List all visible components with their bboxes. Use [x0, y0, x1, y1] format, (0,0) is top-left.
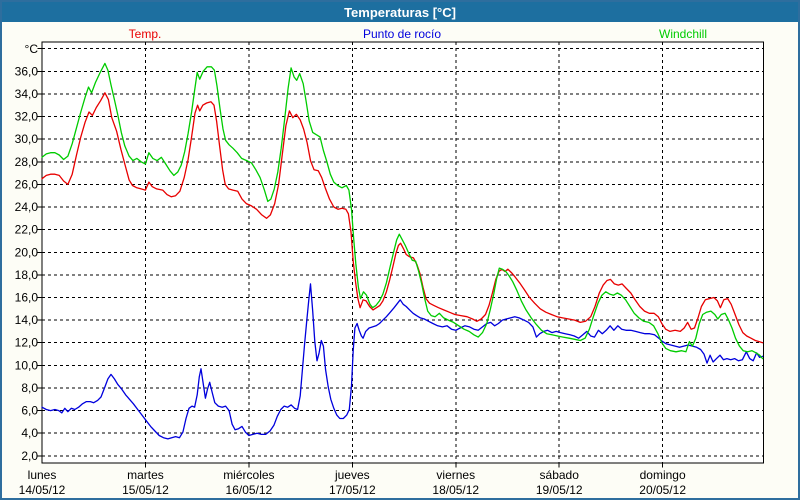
- x-day-name-label: lunes: [28, 468, 57, 482]
- x-day-date-label: 18/05/12: [432, 483, 479, 497]
- y-tick-label: 36,0: [15, 64, 39, 78]
- x-day-date-label: 17/05/12: [329, 483, 376, 497]
- x-day-name-label: jueves: [334, 468, 370, 482]
- y-tick-label: 6,0: [21, 404, 38, 418]
- y-tick-label: 34,0: [15, 87, 39, 101]
- y-tick-label: 8,0: [21, 381, 38, 395]
- y-tick-label: 12,0: [15, 336, 39, 350]
- x-day-name-label: viernes: [436, 468, 475, 482]
- y-tick-label: 2,0: [21, 449, 38, 463]
- y-tick-label: 22,0: [15, 223, 39, 237]
- x-day-date-label: 16/05/12: [226, 483, 273, 497]
- y-tick-label: 30,0: [15, 132, 39, 146]
- temperature-chart: 2,0 4,0 6,0 8,0 10,0 12,0 14,0 16,0 18,0 20,0 22,0…: [2, 2, 800, 500]
- y-tick-label: 18,0: [15, 268, 39, 282]
- x-day-date-label: 19/05/12: [536, 483, 583, 497]
- y-axis-unit-label: °C: [25, 42, 39, 56]
- y-tick-label: 10,0: [15, 358, 39, 372]
- x-day-name-label: martes: [127, 468, 164, 482]
- y-tick-label: 20,0: [15, 245, 39, 259]
- weather-chart-window: Temperaturas [°C] Temp. Punto de rocío W…: [0, 0, 800, 500]
- y-tick-label: 4,0: [21, 426, 38, 440]
- x-day-name-label: sábado: [540, 468, 580, 482]
- y-tick-label: 32,0: [15, 110, 39, 124]
- x-day-name-label: domingo: [640, 468, 686, 482]
- y-tick-label: 14,0: [15, 313, 39, 327]
- x-day-date-label: 14/05/12: [19, 483, 66, 497]
- y-tick-label: 26,0: [15, 177, 39, 191]
- y-tick-label: 16,0: [15, 291, 39, 305]
- y-tick-label: 28,0: [15, 155, 39, 169]
- y-tick-label: 24,0: [15, 200, 39, 214]
- x-day-name-label: miércoles: [223, 468, 274, 482]
- x-day-date-label: 20/05/12: [639, 483, 686, 497]
- x-day-date-label: 15/05/12: [122, 483, 169, 497]
